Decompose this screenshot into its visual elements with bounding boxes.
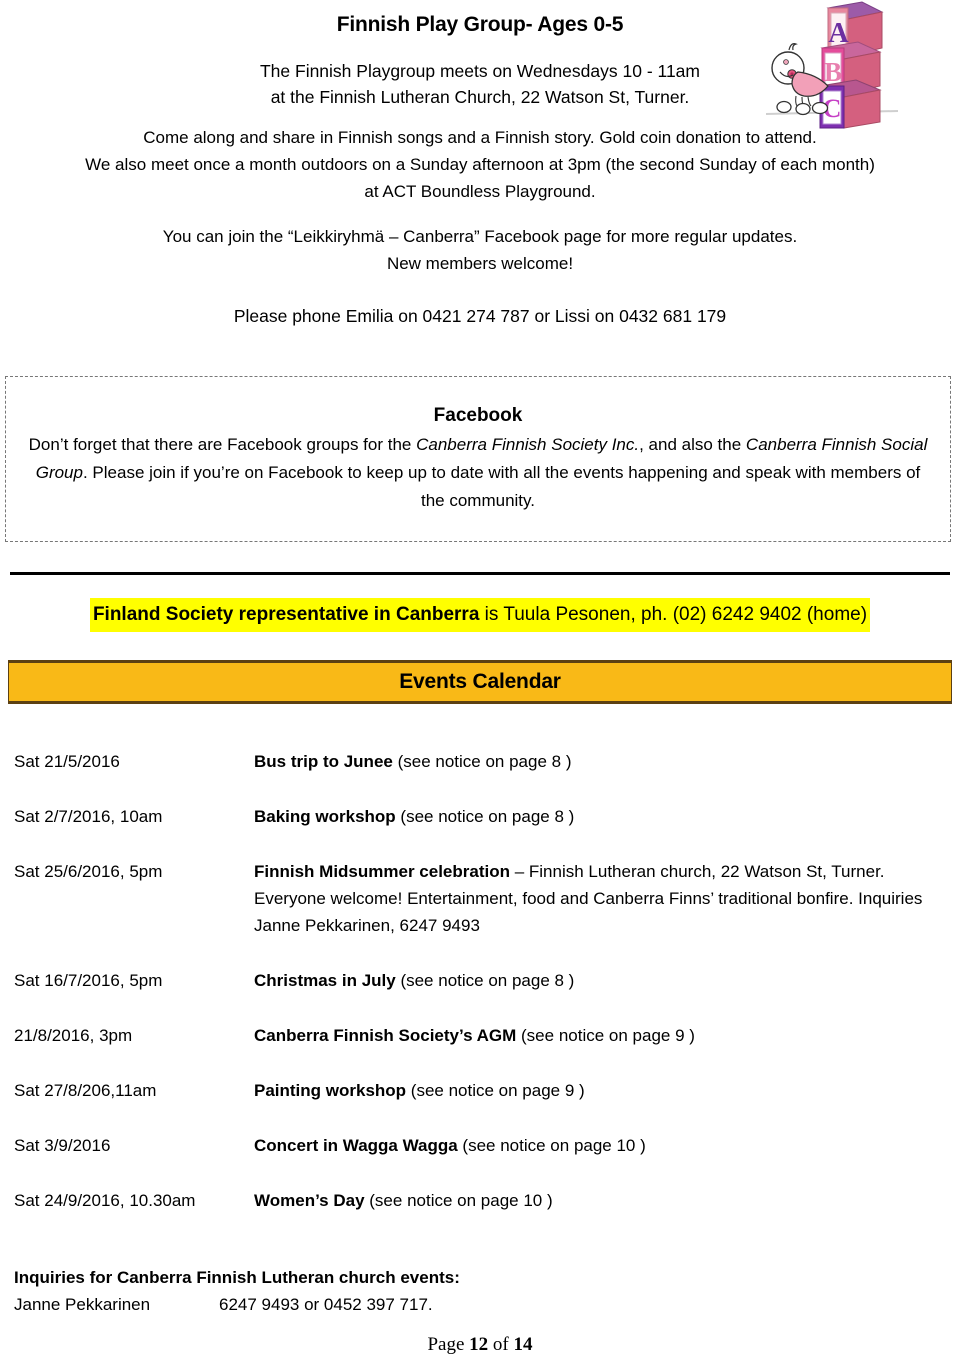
page-middle: of bbox=[488, 1334, 514, 1355]
events-list: Sat 21/5/2016 Bus trip to Junee (see not… bbox=[14, 748, 944, 1242]
event-date: Sat 3/9/2016 bbox=[14, 1136, 111, 1155]
event-detail: (see notice on page 8 ) bbox=[395, 807, 575, 826]
event-row: Sat 24/9/2016, 10.30am Women’s Day (see … bbox=[14, 1187, 944, 1214]
event-title: Women’s Day bbox=[254, 1191, 365, 1210]
inquiries-heading: Inquiries for Canberra Finnish Lutheran … bbox=[14, 1268, 460, 1287]
event-detail: (see notice on page 10 ) bbox=[457, 1136, 646, 1155]
event-row: Sat 3/9/2016 Concert in Wagga Wagga (see… bbox=[14, 1132, 944, 1159]
representative-rest-part: is Tuula Pesonen, ph. (02) 6242 9402 (ho… bbox=[479, 604, 868, 625]
event-detail: (see notice on page 9 ) bbox=[406, 1081, 585, 1100]
facebook-text-part-3: . Please join if you’re on Facebook to k… bbox=[82, 463, 921, 510]
events-calendar-label: Events Calendar bbox=[399, 670, 561, 693]
facebook-info-box: Facebook Don’t forget that there are Fac… bbox=[5, 376, 951, 542]
facebook-text-part-2: , and also the bbox=[639, 435, 746, 454]
event-date: 21/8/2016, 3pm bbox=[14, 1026, 133, 1045]
event-date: Sat 27/8/206,11am bbox=[14, 1081, 157, 1100]
page-number-footer: Page 12 of 14 bbox=[0, 1333, 960, 1357]
event-date: Sat 25/6/2016, 5pm bbox=[14, 862, 163, 881]
event-date: Sat 21/5/2016 bbox=[14, 752, 120, 771]
event-row: Sat 25/6/2016, 5pm Finnish Midsummer cel… bbox=[14, 858, 944, 939]
page-title: Finnish Play Group- Ages 0-5 bbox=[336, 13, 624, 36]
inquiries-block: Inquiries for Canberra Finnish Lutheran … bbox=[14, 1264, 934, 1318]
facebook-page-line: You can join the “Leikkiryhmä – Canberra… bbox=[162, 227, 798, 246]
meeting-line-2: at the Finnish Lutheran Church, 22 Watso… bbox=[270, 87, 690, 107]
section-divider bbox=[10, 572, 950, 575]
new-members-line: New members welcome! bbox=[386, 254, 574, 273]
facebook-italic-society: Canberra Finnish Society Inc. bbox=[416, 435, 640, 454]
event-description: Painting workshop (see notice on page 9 … bbox=[254, 1077, 944, 1104]
event-title: Baking workshop bbox=[254, 807, 396, 826]
event-detail: (see notice on page 8 ) bbox=[395, 971, 575, 990]
representative-bold-part: Finland Society representative in Canber… bbox=[92, 604, 480, 625]
event-title: Bus trip to Junee bbox=[254, 752, 393, 771]
event-description: Bus trip to Junee (see notice on page 8 … bbox=[254, 748, 944, 775]
event-title: Christmas in July bbox=[254, 971, 396, 990]
inquiries-contact-line: Janne Pekkarinen 6247 9493 or 0452 397 7… bbox=[14, 1291, 934, 1318]
event-row: Sat 16/7/2016, 5pm Christmas in July (se… bbox=[14, 967, 944, 994]
playgroup-section: Finnish Play Group- Ages 0-5 The Finnish… bbox=[0, 0, 960, 329]
event-title: Canberra Finnish Society’s AGM bbox=[254, 1026, 517, 1045]
event-description: Women’s Day (see notice on page 10 ) bbox=[254, 1187, 944, 1214]
page-total: 14 bbox=[513, 1334, 533, 1355]
event-title: Painting workshop bbox=[254, 1081, 407, 1100]
event-detail: (see notice on page 10 ) bbox=[364, 1191, 553, 1210]
inquiries-contact-phone: 6247 9493 or 0452 397 717. bbox=[219, 1295, 433, 1314]
event-description: Baking workshop (see notice on page 8 ) bbox=[254, 803, 944, 830]
inquiries-contact-name: Janne Pekkarinen bbox=[14, 1295, 151, 1314]
event-row: Sat 21/5/2016 Bus trip to Junee (see not… bbox=[14, 748, 944, 775]
body-line-2: We also meet once a month outdoors on a … bbox=[85, 155, 875, 174]
event-row: Sat 27/8/206,11am Painting workshop (see… bbox=[14, 1077, 944, 1104]
event-description: Canberra Finnish Society’s AGM (see noti… bbox=[254, 1022, 944, 1049]
facebook-box-title: Facebook bbox=[433, 405, 523, 426]
event-date: Sat 2/7/2016, 10am bbox=[14, 807, 163, 826]
representative-line-wrapper: Finland Society representative in Canber… bbox=[0, 598, 960, 632]
event-date: Sat 16/7/2016, 5pm bbox=[14, 971, 163, 990]
body-line-1: Come along and share in Finnish songs an… bbox=[143, 128, 817, 147]
meeting-line-1: The Finnish Playgroup meets on Wednesday… bbox=[259, 61, 700, 81]
event-date: Sat 24/9/2016, 10.30am bbox=[14, 1191, 196, 1210]
body-line-3: at ACT Boundless Playground. bbox=[364, 182, 596, 201]
facebook-box-text: Don’t forget that there are Facebook gro… bbox=[6, 431, 950, 515]
event-title: Concert in Wagga Wagga bbox=[254, 1136, 458, 1155]
event-detail: (see notice on page 8 ) bbox=[392, 752, 572, 771]
event-row: 21/8/2016, 3pm Canberra Finnish Society’… bbox=[14, 1022, 944, 1049]
playgroup-body-paragraph: Come along and share in Finnish songs an… bbox=[0, 124, 960, 205]
event-description: Christmas in July (see notice on page 8 … bbox=[254, 967, 944, 994]
event-detail: (see notice on page 9 ) bbox=[516, 1026, 695, 1045]
page-prefix: Page bbox=[427, 1334, 470, 1355]
page-current: 12 bbox=[469, 1334, 489, 1355]
playgroup-phone-line: Please phone Emilia on 0421 274 787 or L… bbox=[233, 306, 727, 326]
representative-highlight: Finland Society representative in Canber… bbox=[89, 598, 871, 632]
document-page: Finnish Play Group- Ages 0-5 The Finnish… bbox=[0, 0, 960, 1364]
facebook-text-part-1: Don’t forget that there are Facebook gro… bbox=[28, 435, 417, 454]
event-description: Concert in Wagga Wagga (see notice on pa… bbox=[254, 1132, 944, 1159]
playgroup-meeting-info: The Finnish Playgroup meets on Wednesday… bbox=[0, 58, 960, 110]
event-row: Sat 2/7/2016, 10am Baking workshop (see … bbox=[14, 803, 944, 830]
event-description: Finnish Midsummer celebration – Finnish … bbox=[254, 858, 944, 939]
event-title: Finnish Midsummer celebration bbox=[254, 862, 510, 881]
events-calendar-banner: Events Calendar bbox=[8, 660, 952, 704]
playgroup-facebook-note: You can join the “Leikkiryhmä – Canberra… bbox=[0, 223, 960, 277]
